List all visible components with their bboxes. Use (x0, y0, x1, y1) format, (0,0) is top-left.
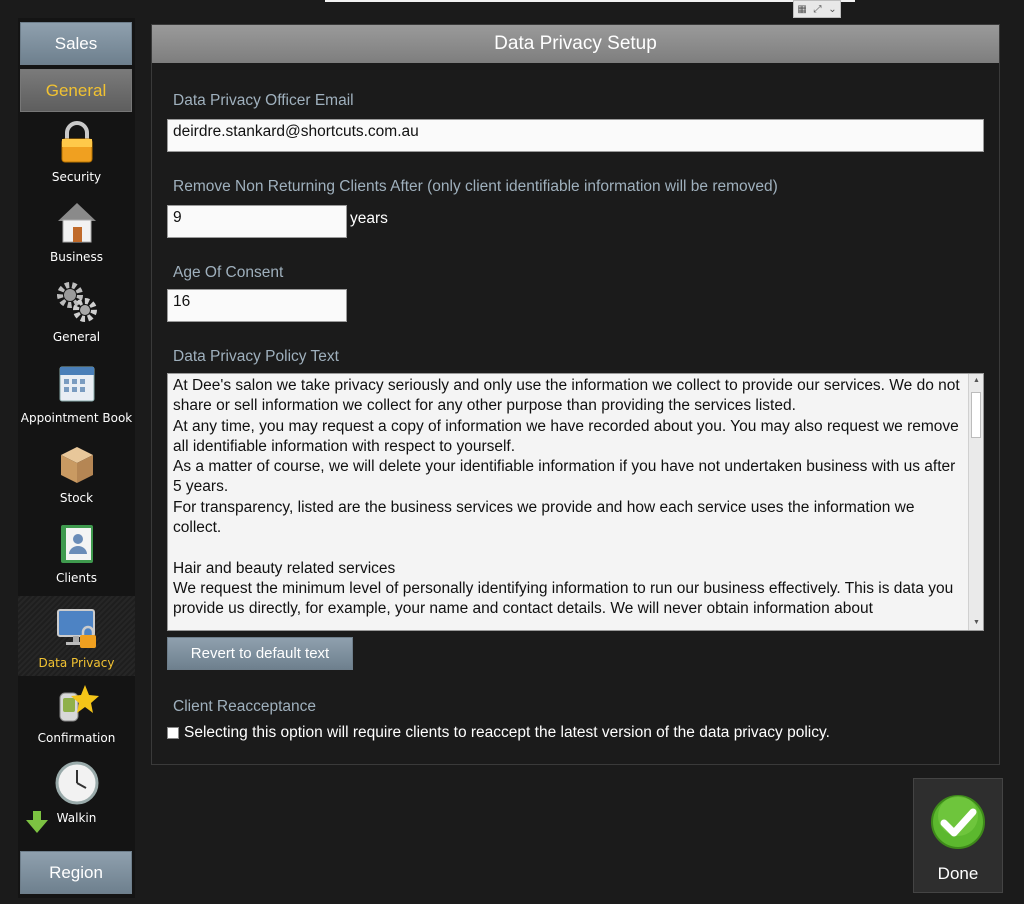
scroll-down-arrow-icon[interactable] (25, 810, 49, 834)
remove-years-field[interactable]: 9 (167, 205, 347, 238)
sidebar-item-label: Business (50, 250, 103, 264)
policy-scrollbar[interactable]: ▲ ▼ (968, 374, 983, 630)
sidebar-item-label: Confirmation (37, 731, 116, 745)
sidebar-item-label: General (52, 330, 101, 344)
sidebar-item-data-privacy[interactable]: Data Privacy (18, 596, 135, 676)
window-controls[interactable]: ▦ ⤢ ⌄ (793, 0, 841, 18)
years-unit-label: years (350, 210, 388, 227)
age-of-consent-label: Age Of Consent (173, 264, 284, 281)
grid-icon[interactable]: ▦ (797, 4, 806, 15)
sidebar-item-confirmation[interactable]: Confirmation (18, 671, 135, 751)
checkmark-icon (930, 794, 986, 854)
scroll-down-icon[interactable]: ▼ (969, 616, 983, 630)
general-button[interactable]: General (20, 69, 132, 112)
sidebar-item-label: Data Privacy (38, 656, 115, 670)
sidebar-item-clients[interactable]: Clients (18, 511, 135, 591)
sidebar-item-business[interactable]: Business (18, 190, 135, 270)
phone-star-icon (55, 681, 99, 725)
policy-line: At any time, you may request a copy of i… (173, 417, 964, 455)
policy-text-label: Data Privacy Policy Text (173, 348, 339, 365)
sidebar-item-stock[interactable]: Stock (18, 431, 135, 511)
sales-button[interactable]: Sales (20, 22, 132, 65)
sidebar-item-security[interactable]: Security (18, 110, 135, 190)
padlock-icon (55, 120, 99, 164)
sidebar-item-appointment-book[interactable]: Appointment Book (18, 351, 135, 431)
house-icon (55, 200, 99, 244)
policy-line: At Dee's salon we take privacy seriously… (173, 377, 964, 415)
data-privacy-panel: Data Privacy Setup Data Privacy Officer … (151, 24, 1000, 765)
policy-line: For transparency, listed are the busines… (173, 498, 919, 537)
scrollbar-thumb[interactable] (971, 392, 981, 438)
policy-textarea[interactable]: At Dee's salon we take privacy seriously… (167, 373, 984, 631)
email-label: Data Privacy Officer Email (173, 92, 354, 109)
top-strip (325, 0, 855, 2)
remove-clients-label: Remove Non Returning Clients After (only… (173, 178, 778, 195)
sidebar-item-label: Appointment Book (20, 411, 133, 425)
policy-line: Hair and beauty related services (173, 559, 396, 577)
email-field[interactable]: deirdre.stankard@shortcuts.com.au (167, 119, 984, 152)
address-book-icon (55, 521, 99, 565)
clock-icon (55, 761, 99, 805)
age-of-consent-field[interactable]: 16 (167, 289, 347, 322)
client-reacceptance-label: Client Reacceptance (173, 698, 317, 715)
expand-icon[interactable]: ⤢ (814, 4, 822, 15)
reacceptance-text: Selecting this option will require clien… (184, 724, 830, 741)
calendar-icon (55, 361, 99, 405)
done-button[interactable]: Done (913, 778, 1003, 893)
sidebar-item-label: Clients (56, 571, 97, 585)
monitor-lock-icon (55, 606, 99, 650)
policy-line: ​ (173, 538, 963, 558)
sidebar-item-general[interactable]: General (18, 270, 135, 350)
box-icon (55, 441, 99, 485)
sidebar-item-label: Stock (59, 491, 94, 505)
scroll-up-icon[interactable]: ▲ (969, 374, 983, 388)
sidebar-item-label: Security (51, 170, 102, 184)
reacceptance-checkbox[interactable] (167, 727, 179, 739)
panel-title: Data Privacy Setup (152, 25, 999, 63)
gears-icon (55, 280, 99, 324)
region-button[interactable]: Region (20, 851, 132, 894)
revert-default-text-button[interactable]: Revert to default text (167, 637, 353, 670)
sidebar: Sales General Security Business General … (18, 18, 135, 898)
chevron-down-icon[interactable]: ⌄ (828, 4, 836, 15)
sidebar-item-label: Walkin (56, 811, 97, 825)
policy-line: We request the minimum level of personal… (173, 579, 958, 618)
done-label: Done (937, 864, 979, 883)
policy-line: As a matter of course, we will delete yo… (173, 458, 960, 496)
reacceptance-option[interactable]: Selecting this option will require clien… (167, 724, 830, 742)
